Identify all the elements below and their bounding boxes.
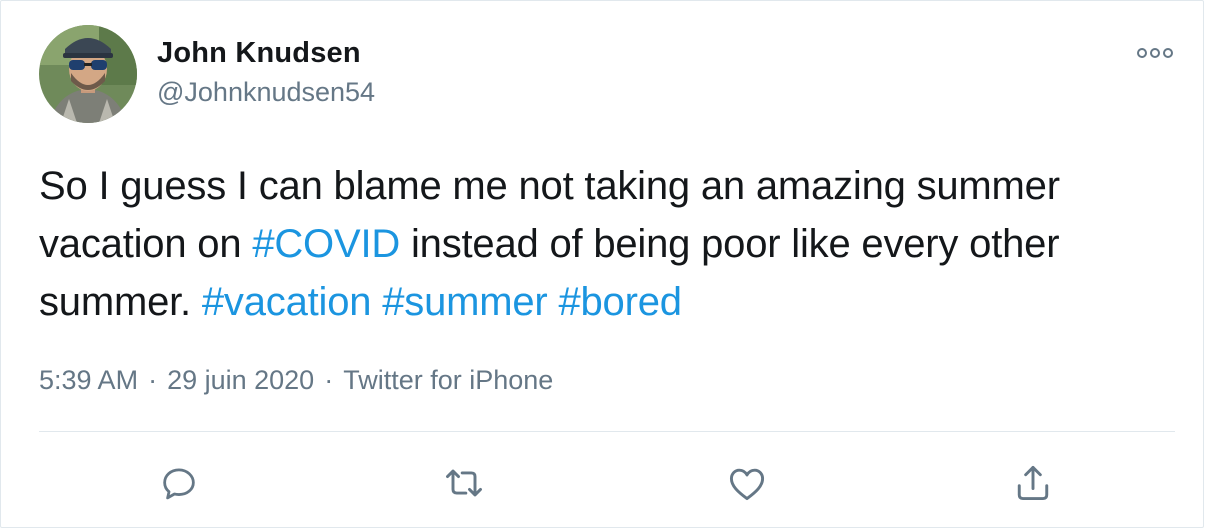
author-display-name[interactable]: John Knudsen xyxy=(157,37,361,70)
retweet-icon xyxy=(446,469,482,497)
more-options-button[interactable] xyxy=(1135,41,1175,65)
like-button[interactable] xyxy=(721,457,773,509)
more-icon xyxy=(1137,48,1173,58)
author-handle[interactable]: @Johnknudsen54 xyxy=(157,77,375,108)
tweet-metadata: 5:39 AM · 29 juin 2020 · Twitter for iPhone xyxy=(39,365,553,396)
tweet-text-segment xyxy=(371,280,382,324)
hashtag-covid[interactable]: #COVID xyxy=(252,222,400,266)
share-button[interactable] xyxy=(1007,457,1059,509)
tweet-source[interactable]: Twitter for iPhone xyxy=(343,365,553,395)
avatar[interactable] xyxy=(39,25,137,123)
hashtag-summer[interactable]: #summer xyxy=(382,280,548,324)
reply-icon xyxy=(163,468,195,500)
meta-separator: · xyxy=(324,365,334,395)
hashtag-bored[interactable]: #bored xyxy=(558,280,682,324)
tweet-time[interactable]: 5:39 AM xyxy=(39,365,138,395)
reply-button[interactable] xyxy=(153,457,205,509)
tweet-card: John Knudsen @Johnknudsen54 So I guess I… xyxy=(0,0,1204,528)
divider xyxy=(39,431,1175,432)
tweet-text-segment xyxy=(548,280,559,324)
hashtag-vacation[interactable]: #vacation xyxy=(202,280,372,324)
tweet-date[interactable]: 29 juin 2020 xyxy=(167,365,314,395)
meta-separator: · xyxy=(148,365,158,395)
tweet-text: So I guess I can blame me not taking an … xyxy=(39,157,1179,331)
share-icon xyxy=(1017,465,1049,501)
retweet-button[interactable] xyxy=(438,457,490,509)
like-icon xyxy=(729,468,765,501)
avatar-image xyxy=(39,25,137,123)
